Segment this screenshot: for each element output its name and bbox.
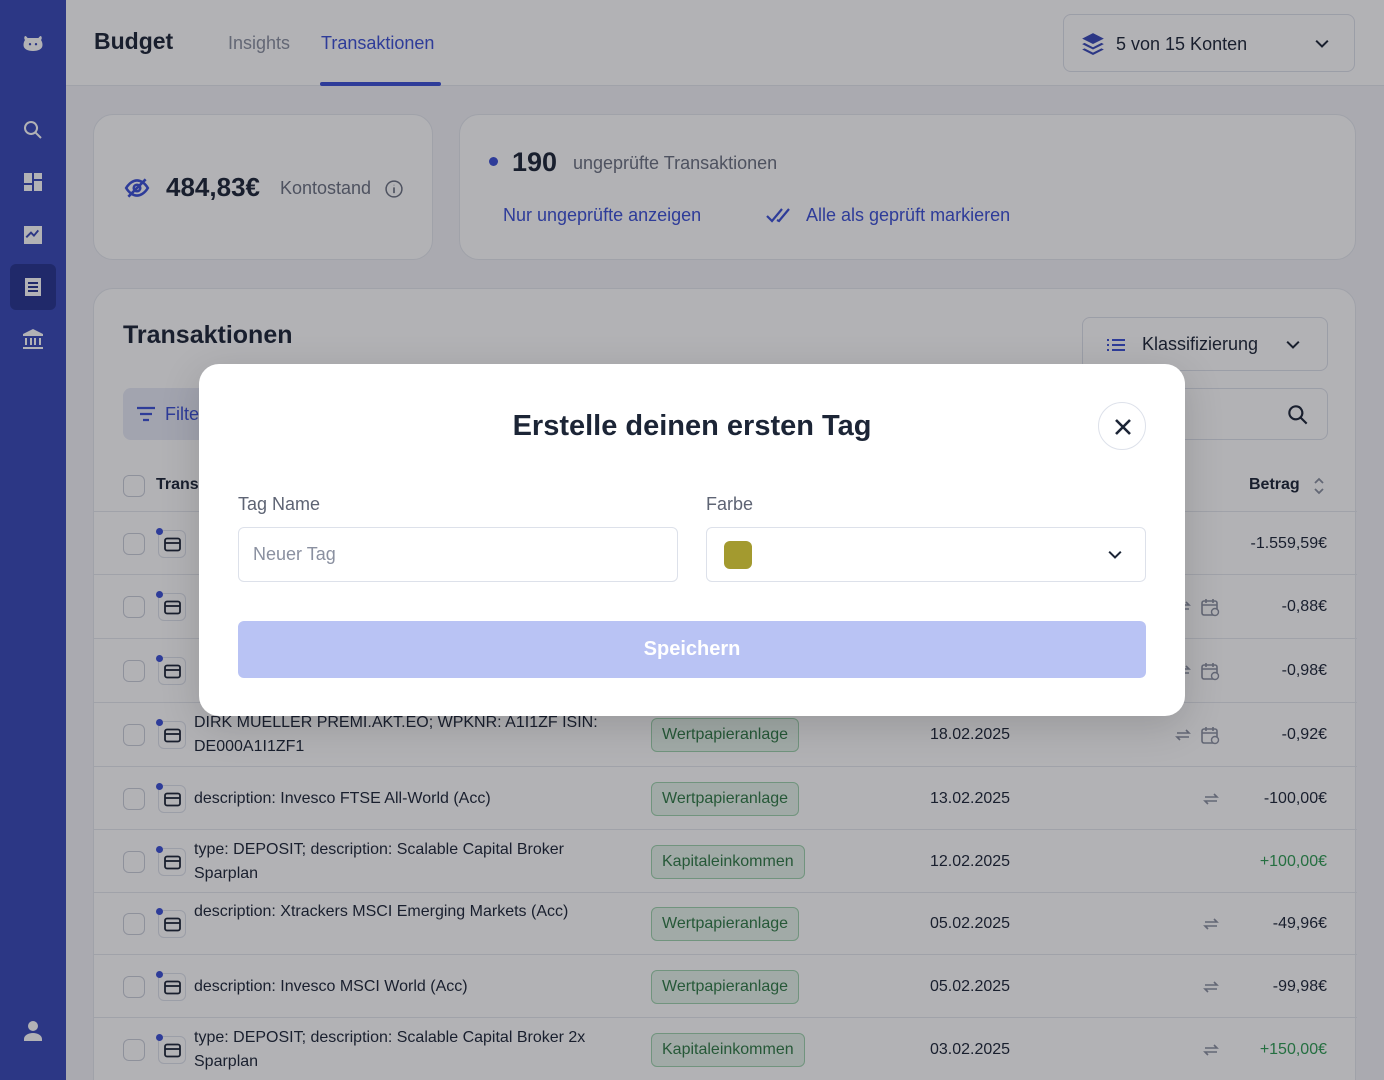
save-button[interactable]: Speichern: [238, 621, 1146, 678]
color-select[interactable]: [706, 527, 1146, 582]
close-button[interactable]: [1098, 402, 1146, 450]
color-swatch: [724, 541, 752, 569]
tag-name-input[interactable]: [238, 527, 678, 582]
color-label: Farbe: [706, 494, 754, 514]
create-tag-dialog: Erstelle deinen ersten Tag Tag Name Farb…: [199, 364, 1185, 716]
close-icon: [1115, 419, 1131, 435]
tag-name-label: Tag Name: [238, 494, 321, 514]
chevron-down-icon: [1108, 550, 1122, 559]
dialog-title: Erstelle deinen ersten Tag: [512, 410, 872, 442]
